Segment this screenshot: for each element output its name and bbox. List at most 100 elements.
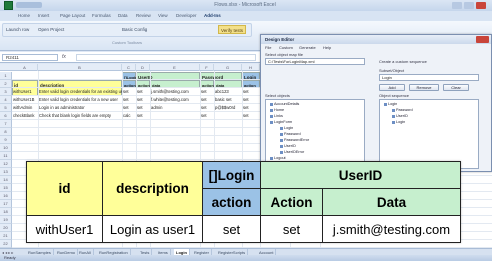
- menu-generate[interactable]: Generate: [299, 44, 316, 51]
- table-row: withUser1 Login as user1 set set j.smith…: [26, 215, 461, 243]
- basic-config-button[interactable]: Basic Config: [120, 25, 149, 34]
- close-button[interactable]: [476, 2, 486, 9]
- row-number[interactable]: 12: [0, 160, 12, 168]
- cell-userid-action[interactable]: set: [260, 215, 323, 243]
- row-number[interactable]: 17: [0, 200, 12, 208]
- header-login[interactable]: []Login: [202, 161, 261, 189]
- tab-home[interactable]: Home: [18, 12, 30, 20]
- menu-help[interactable]: Help: [323, 44, 331, 51]
- column-header[interactable]: G: [214, 64, 242, 71]
- menu-custom[interactable]: Custom: [279, 44, 293, 51]
- ribbon-caption: Custom Toolbars: [112, 40, 142, 45]
- open-project-button[interactable]: Open Project: [36, 25, 66, 34]
- cell-login-action[interactable]: set: [202, 215, 261, 243]
- custom-sequence-checkbox[interactable]: Create a custom sequence: [379, 59, 427, 64]
- map-file-field[interactable]: C:\Tests\ForLoginMap.xml: [265, 58, 365, 65]
- tree-item[interactable]: Login: [384, 102, 397, 106]
- column-header[interactable]: F: [200, 64, 214, 71]
- header-description[interactable]: description: [102, 161, 203, 216]
- row-number[interactable]: 6: [0, 112, 12, 120]
- header-id[interactable]: id: [26, 161, 103, 216]
- cell-userid-data[interactable]: j.smith@testing.com: [322, 215, 461, 243]
- tree-item[interactable]: UserID: [392, 114, 408, 118]
- row-number[interactable]: 20: [0, 224, 12, 232]
- sequence-tree[interactable]: Login Password UserID Login: [379, 99, 479, 169]
- tree-item[interactable]: Password: [280, 132, 301, 136]
- tree-item[interactable]: Password: [392, 108, 413, 112]
- tab-add-ins[interactable]: Add-Ins: [204, 12, 221, 20]
- object-sequence-label: Object sequence: [379, 93, 410, 98]
- column-header[interactable]: D: [136, 64, 150, 71]
- verify-tests-button[interactable]: Verify tests: [218, 25, 247, 34]
- design-editor-dialog: Design Editor File Custom Generate Help …: [260, 34, 492, 172]
- tree-item[interactable]: Logout: [270, 156, 286, 160]
- tree-item[interactable]: AccountDetails: [270, 102, 299, 106]
- column-header[interactable]: H: [242, 64, 260, 71]
- row-number[interactable]: 11: [0, 152, 12, 160]
- row-number[interactable]: 3: [0, 88, 12, 96]
- row-number[interactable]: 5: [0, 104, 12, 112]
- dialog-close-button[interactable]: [476, 36, 489, 43]
- tab-data[interactable]: Data: [118, 12, 128, 20]
- tree-item[interactable]: Home: [270, 108, 284, 112]
- subheader-login-action[interactable]: action: [202, 188, 261, 216]
- tree-item[interactable]: Login: [392, 120, 405, 124]
- row-number[interactable]: 2: [0, 80, 12, 88]
- launch-row-button[interactable]: Launch row: [4, 25, 31, 34]
- column-header[interactable]: A: [12, 64, 38, 71]
- subset-field[interactable]: Login: [379, 74, 479, 81]
- select-objects-label: Select objects: [265, 93, 290, 98]
- tab-page-layout[interactable]: Page Layout: [60, 12, 85, 20]
- quick-access-toolbar[interactable]: [16, 2, 42, 8]
- tree-item[interactable]: PasswordError: [280, 138, 309, 142]
- formula-input[interactable]: [76, 54, 256, 61]
- tab-review[interactable]: Review: [136, 12, 151, 20]
- tab-insert[interactable]: Insert: [38, 12, 49, 20]
- column-header[interactable]: E: [150, 64, 200, 71]
- name-box[interactable]: R2411: [2, 54, 58, 61]
- row-number[interactable]: 4: [0, 96, 12, 104]
- tab-view[interactable]: View: [158, 12, 168, 20]
- objects-tree[interactable]: AccountDetails Home Links LoginForm Login Pas…: [265, 99, 365, 169]
- subheader-userid-action[interactable]: Action: [260, 188, 323, 216]
- cell-description[interactable]: Login as user1: [102, 215, 203, 243]
- cell-id[interactable]: withUser1: [26, 215, 103, 243]
- minimize-button[interactable]: [452, 2, 462, 9]
- row-number[interactable]: 16: [0, 192, 12, 200]
- clear-button[interactable]: Clear: [443, 84, 469, 91]
- row-number[interactable]: 10: [0, 144, 12, 152]
- row-number[interactable]: 9: [0, 136, 12, 144]
- row-number[interactable]: 13: [0, 168, 12, 176]
- header-userid[interactable]: UserID: [260, 161, 461, 189]
- row-number[interactable]: 8: [0, 128, 12, 136]
- tab-developer[interactable]: Developer: [176, 12, 197, 20]
- maximize-button[interactable]: [464, 2, 474, 9]
- row-number[interactable]: 1: [0, 72, 12, 80]
- row-number[interactable]: 18: [0, 208, 12, 216]
- tree-item[interactable]: Links: [270, 114, 283, 118]
- row-number[interactable]: 19: [0, 216, 12, 224]
- ribbon-tabs: Home Insert Page Layout Formulas Data Re…: [0, 11, 492, 21]
- row-number[interactable]: 22: [0, 240, 12, 248]
- window-title: Flows.xlsx - Microsoft Excel: [214, 2, 276, 8]
- excel-app-icon[interactable]: [4, 1, 13, 10]
- add-button[interactable]: Add: [379, 84, 405, 91]
- tree-item[interactable]: UserIDError: [280, 150, 304, 154]
- fx-icon[interactable]: fx: [62, 53, 74, 62]
- row-number[interactable]: 21: [0, 232, 12, 240]
- dialog-title: Design Editor: [261, 35, 491, 44]
- tree-item[interactable]: LoginForm: [270, 120, 292, 124]
- tab-formulas[interactable]: Formulas: [92, 12, 111, 20]
- menu-file[interactable]: File: [265, 44, 271, 51]
- tree-item[interactable]: UserID: [280, 144, 296, 148]
- subheader-userid-data[interactable]: Data: [322, 188, 461, 216]
- row-number[interactable]: 15: [0, 184, 12, 192]
- row-number[interactable]: 14: [0, 176, 12, 184]
- column-header[interactable]: C: [122, 64, 136, 71]
- remove-button[interactable]: Remove: [409, 84, 439, 91]
- row-number[interactable]: 7: [0, 120, 12, 128]
- column-header[interactable]: B: [38, 64, 122, 71]
- status-bar: Ready: [0, 255, 492, 261]
- tree-item[interactable]: Login: [280, 126, 293, 130]
- title-bar: Flows.xlsx - Microsoft Excel: [0, 0, 492, 11]
